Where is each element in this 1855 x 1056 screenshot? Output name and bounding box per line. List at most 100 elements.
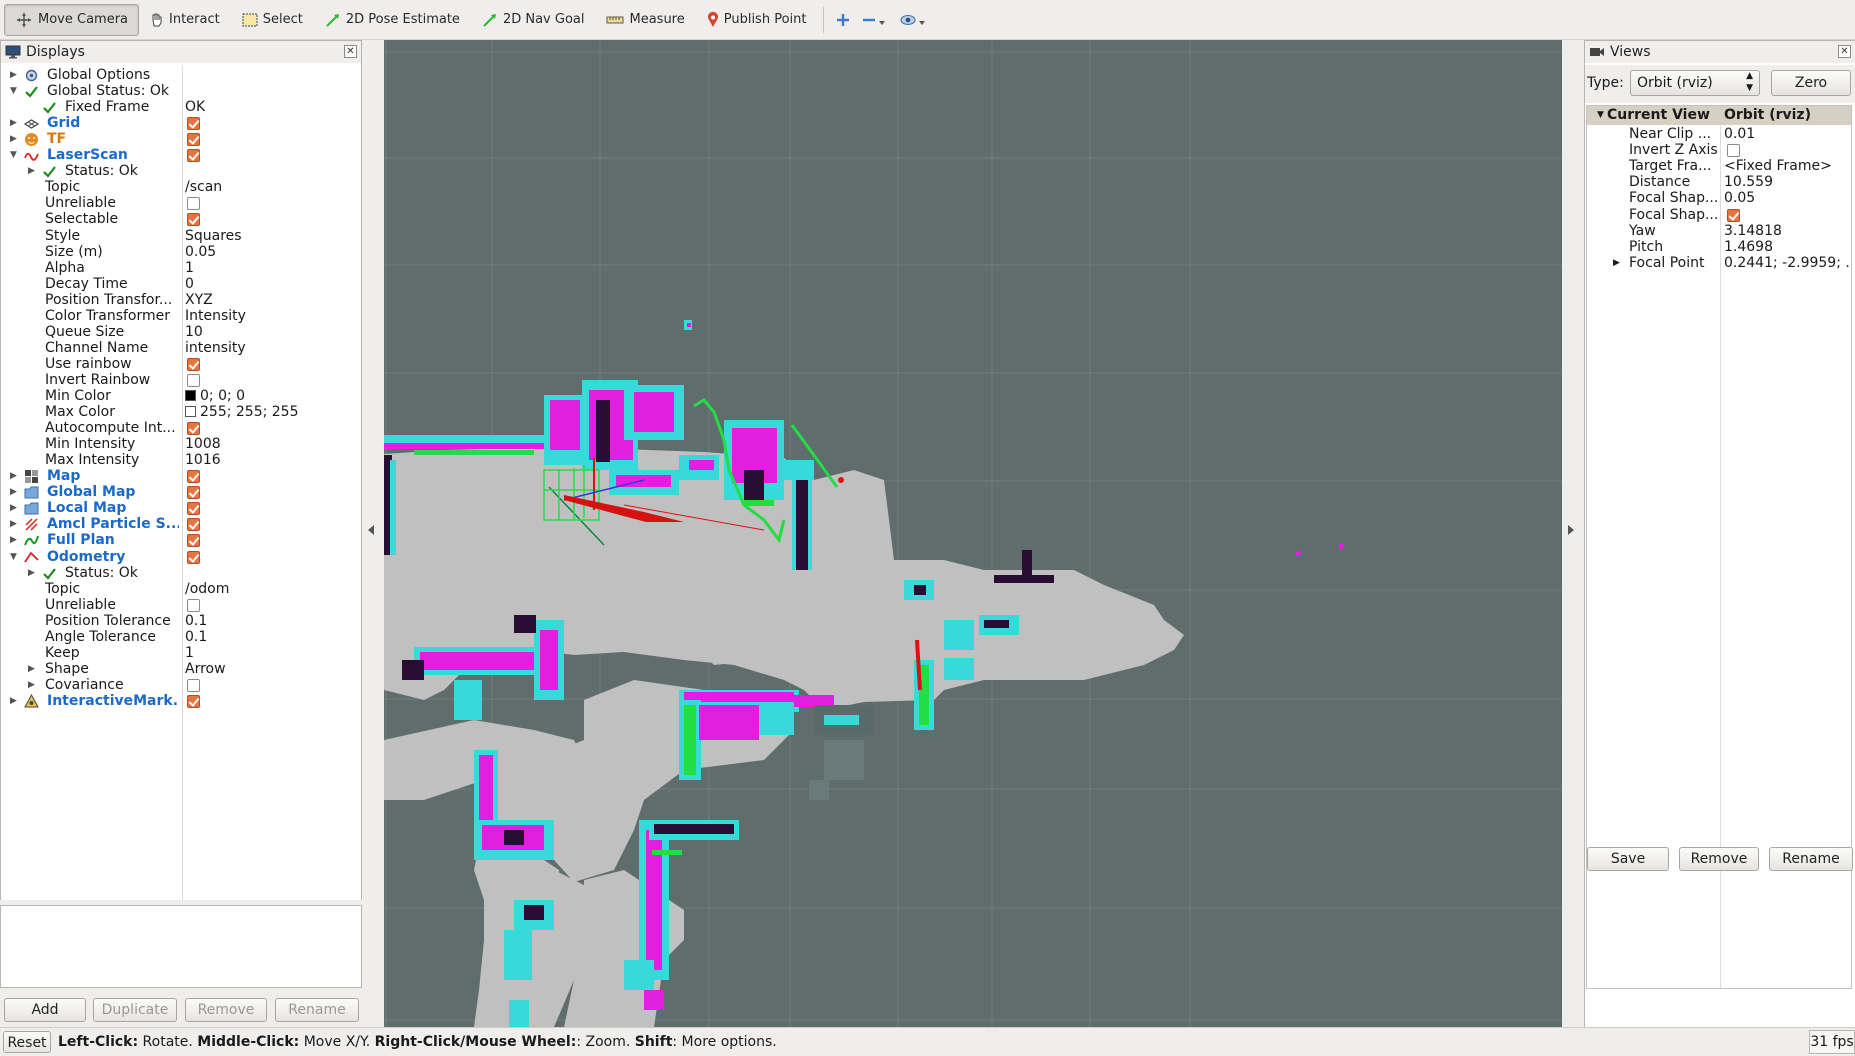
select-tool[interactable]: Select	[231, 4, 314, 36]
save-view-button[interactable]: Save	[1587, 847, 1669, 871]
displays-close-button[interactable]: ✕	[344, 45, 357, 58]
display-row-value-text: 255; 255; 255	[200, 404, 299, 421]
remove-display-button[interactable]: Remove	[185, 998, 267, 1022]
odometry-icon	[24, 551, 39, 562]
displays-title: Displays	[26, 44, 85, 60]
color-swatch[interactable]	[185, 406, 196, 418]
remove-tool-button[interactable]	[856, 4, 894, 36]
display-enable-checkbox[interactable]	[187, 422, 200, 436]
hint-action: : More options.	[672, 1034, 777, 1050]
collapse-left-icon[interactable]	[368, 525, 374, 535]
display-row-value-text: /odom	[185, 580, 230, 597]
display-row-value-text: 0.1	[185, 628, 208, 645]
zero-view-button[interactable]: Zero	[1771, 70, 1851, 96]
display-enable-checkbox[interactable]	[187, 213, 200, 227]
display-row-label: InteractiveMark...	[47, 692, 179, 709]
display-enable-checkbox[interactable]	[187, 694, 200, 708]
current-view-header-row[interactable]: ▼ Current View Orbit (rviz)	[1587, 106, 1851, 125]
display-enable-checkbox[interactable]	[187, 117, 200, 131]
display-enable-checkbox[interactable]	[187, 357, 200, 371]
3d-render-viewport[interactable]	[384, 40, 1562, 1027]
display-row-value-text: OK	[185, 99, 206, 116]
display-enable-checkbox[interactable]	[187, 373, 200, 387]
display-enable-checkbox[interactable]	[187, 534, 200, 548]
pose-estimate-tool[interactable]: 2D Pose Estimate	[314, 4, 471, 36]
folder-icon	[24, 502, 39, 515]
view-tool-button[interactable]	[894, 4, 934, 36]
map-scene[interactable]	[384, 40, 1562, 1027]
display-row-value-text: XYZ	[185, 291, 213, 308]
color-swatch[interactable]	[185, 390, 196, 401]
expand-down-icon: ▼	[1597, 110, 1604, 120]
left-splitter[interactable]	[362, 40, 384, 1027]
path-icon	[24, 536, 39, 546]
map-pin-icon	[707, 11, 718, 27]
toolbar: Move Camera Interact Select 2D Pose Esti…	[0, 0, 1855, 40]
display-enable-checkbox[interactable]	[187, 133, 200, 147]
view-type-label: Type:	[1587, 75, 1624, 91]
expand-arrow-icon[interactable]: ▶	[10, 692, 20, 711]
hint-key: Shift	[634, 1034, 673, 1050]
view-property-value[interactable]: 0.2441; -2.9959; ...	[1724, 254, 1851, 273]
view-type-row: Type: Orbit (rviz) ▲ ▼ Zero	[1585, 65, 1855, 103]
display-enable-checkbox[interactable]	[187, 502, 200, 516]
add-display-button[interactable]: Add	[4, 998, 86, 1022]
check-icon	[25, 86, 38, 98]
view-property-checkbox[interactable]	[1727, 208, 1740, 222]
grid-icon	[24, 119, 39, 129]
display-row-value-text: Arrow	[185, 660, 226, 677]
publish-point-tool[interactable]: Publish Point	[696, 4, 818, 36]
ruler-icon	[606, 16, 624, 23]
hint-action: Rotate.	[138, 1034, 198, 1050]
display-enable-checkbox[interactable]	[187, 598, 200, 612]
status-bar: Reset Left-Click: Rotate. Middle-Click: …	[0, 1027, 1855, 1056]
display-enable-checkbox[interactable]	[187, 550, 200, 564]
move-camera-icon	[17, 12, 31, 27]
gear-icon	[25, 69, 38, 82]
display-row-value-text: intensity	[185, 339, 246, 356]
folder-icon	[24, 486, 39, 499]
display-enable-checkbox[interactable]	[187, 486, 200, 500]
interactive-icon	[24, 693, 39, 708]
display-row-value-text: Intensity	[185, 307, 246, 324]
duplicate-display-button[interactable]: Duplicate	[93, 998, 177, 1022]
view-type-select[interactable]: Orbit (rviz) ▲ ▼	[1630, 70, 1760, 96]
measure-tool[interactable]: Measure	[595, 4, 695, 36]
rename-view-button[interactable]: Rename	[1769, 847, 1853, 871]
displays-panel: Displays ✕ ▶ Global Options ▼ Global Status…	[0, 40, 362, 900]
displays-tree: ▶ Global Options ▼ Global Status: Ok Fixed F…	[1, 65, 361, 900]
display-row[interactable]: ▶ InteractiveMark...	[1, 692, 361, 711]
rviz-window: Move Camera Interact Select 2D Pose Esti…	[0, 0, 1855, 1056]
check-icon	[43, 102, 56, 114]
laser-icon	[24, 153, 39, 162]
collapse-right-icon[interactable]	[1568, 525, 1574, 535]
display-enable-checkbox[interactable]	[187, 678, 200, 692]
view-property-row[interactable]: ▶ Focal Point 0.2441; -2.9959; ...	[1587, 254, 1851, 273]
minus-dropdown-icon	[863, 18, 886, 25]
hint-action: : Zoom.	[576, 1034, 635, 1050]
move-camera-tool[interactable]: Move Camera	[4, 3, 140, 36]
display-enable-checkbox[interactable]	[187, 470, 200, 484]
views-close-button[interactable]: ✕	[1838, 45, 1851, 58]
nav-goal-tool[interactable]: 2D Nav Goal	[471, 4, 596, 36]
check-icon	[43, 567, 56, 580]
hint-key: Right-Click/Mouse Wheel:	[374, 1034, 577, 1050]
right-splitter[interactable]	[1562, 40, 1584, 1027]
interact-tool[interactable]: Interact	[139, 4, 231, 36]
display-enable-checkbox[interactable]	[187, 518, 200, 532]
hand-icon	[152, 13, 162, 26]
reset-button[interactable]: Reset	[3, 1031, 51, 1053]
expand-arrow-icon[interactable]: ▶	[1613, 254, 1620, 273]
toolbar-separator	[823, 6, 825, 33]
rename-display-button[interactable]: Rename	[275, 998, 359, 1022]
view-property-checkbox[interactable]	[1727, 144, 1740, 158]
camera-icon	[1590, 48, 1604, 56]
display-enable-checkbox[interactable]	[187, 197, 200, 211]
add-tool-button[interactable]	[830, 4, 856, 36]
display-enable-checkbox[interactable]	[187, 149, 200, 163]
nav-goal-arrow-icon	[483, 13, 496, 27]
hint-key: Middle-Click:	[197, 1034, 300, 1050]
pose-arrow-icon	[326, 13, 339, 27]
display-row-value-text: 0.05	[185, 243, 217, 260]
remove-view-button[interactable]: Remove	[1679, 847, 1759, 871]
